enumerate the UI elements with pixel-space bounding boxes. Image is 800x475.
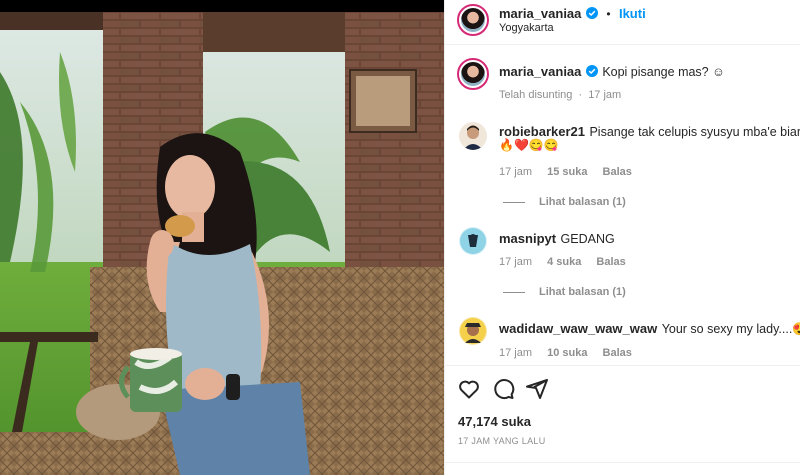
caption-username[interactable]: maria_vaniaa <box>499 64 581 79</box>
post-actions: 47,174 suka 17 JAM YANG LALU <box>445 365 800 475</box>
edited-label: Telah disunting <box>499 89 573 101</box>
commenter-avatar[interactable] <box>459 227 487 255</box>
comment-time[interactable]: 17 jam <box>499 166 532 178</box>
comment-masnipyt: masnipyt GEDANG <box>499 230 615 248</box>
post-panel: maria_vaniaa • Ikuti Yogyakarta maria_va… <box>444 0 800 475</box>
comment-icon[interactable] <box>491 377 515 401</box>
divider <box>445 462 800 463</box>
comment-meta: 17 jam 10 suka Balas <box>499 347 644 359</box>
post-time[interactable]: 17 JAM YANG LALU <box>458 436 546 446</box>
caption-time[interactable]: 17 jam <box>588 89 621 101</box>
photo-top-bar <box>0 0 444 12</box>
view-replies-label: Lihat balasan (1) <box>539 196 626 208</box>
comment-wadidaw: wadidaw_waw_waw_waw Your so sexy my lady… <box>499 320 800 338</box>
post-photo[interactable] <box>0 0 444 475</box>
comment-likes[interactable]: 10 suka <box>547 347 587 359</box>
meta-separator: · <box>578 89 583 101</box>
comment-likes[interactable]: 4 suka <box>547 256 581 268</box>
verified-badge-icon <box>585 65 598 77</box>
view-replies-label: Lihat balasan (1) <box>539 286 626 298</box>
commenter-username[interactable]: wadidaw_waw_waw_waw <box>499 321 657 336</box>
comment-emojis: 🔥❤️😋😋 <box>499 138 559 152</box>
verified-badge-icon <box>585 7 598 19</box>
replies-line <box>503 201 525 203</box>
comment-time[interactable]: 17 jam <box>499 256 532 268</box>
commenter-avatar[interactable] <box>459 122 487 150</box>
comment-likes[interactable]: 15 suka <box>547 166 587 178</box>
post-image <box>0 12 444 475</box>
caption-text: Kopi pisange mas? ☺ <box>602 65 725 79</box>
separator-dot: • <box>606 7 611 21</box>
comment-text: GEDANG <box>560 232 615 246</box>
reply-button[interactable]: Balas <box>603 347 632 359</box>
share-icon[interactable] <box>525 377 549 401</box>
caption-avatar[interactable] <box>457 58 489 90</box>
commenter-username[interactable]: masnipyt <box>499 231 556 246</box>
author-username[interactable]: maria_vaniaa <box>499 6 581 21</box>
comment-text: Pisange tak celupis syusyu mba'e biar ma… <box>589 125 800 139</box>
post-location[interactable]: Yogyakarta <box>499 22 554 34</box>
replies-line <box>503 291 525 293</box>
comment-meta: 17 jam 4 suka Balas <box>499 256 638 268</box>
view-replies-button[interactable]: Lihat balasan (1) <box>503 196 626 208</box>
reply-button[interactable]: Balas <box>596 256 625 268</box>
caption: maria_vaniaa Kopi pisange mas? ☺ <box>499 63 725 81</box>
commenter-avatar[interactable] <box>459 317 487 345</box>
heart-icon[interactable] <box>457 377 481 401</box>
comment-time[interactable]: 17 jam <box>499 347 532 359</box>
caption-meta: Telah disunting · 17 jam <box>499 89 633 101</box>
post-header: maria_vaniaa • Ikuti Yogyakarta <box>445 0 800 45</box>
reply-button[interactable]: Balas <box>603 166 632 178</box>
follow-button[interactable]: Ikuti <box>619 6 646 21</box>
like-count[interactable]: 47,174 suka <box>458 414 531 429</box>
comment-text: Your so sexy my lady....😍😍😍 <box>661 322 800 336</box>
author-avatar[interactable] <box>457 4 489 36</box>
comment-meta: 17 jam 15 suka Balas <box>499 166 644 178</box>
commenter-username[interactable]: robiebarker21 <box>499 124 585 139</box>
view-replies-button[interactable]: Lihat balasan (1) <box>503 286 626 298</box>
